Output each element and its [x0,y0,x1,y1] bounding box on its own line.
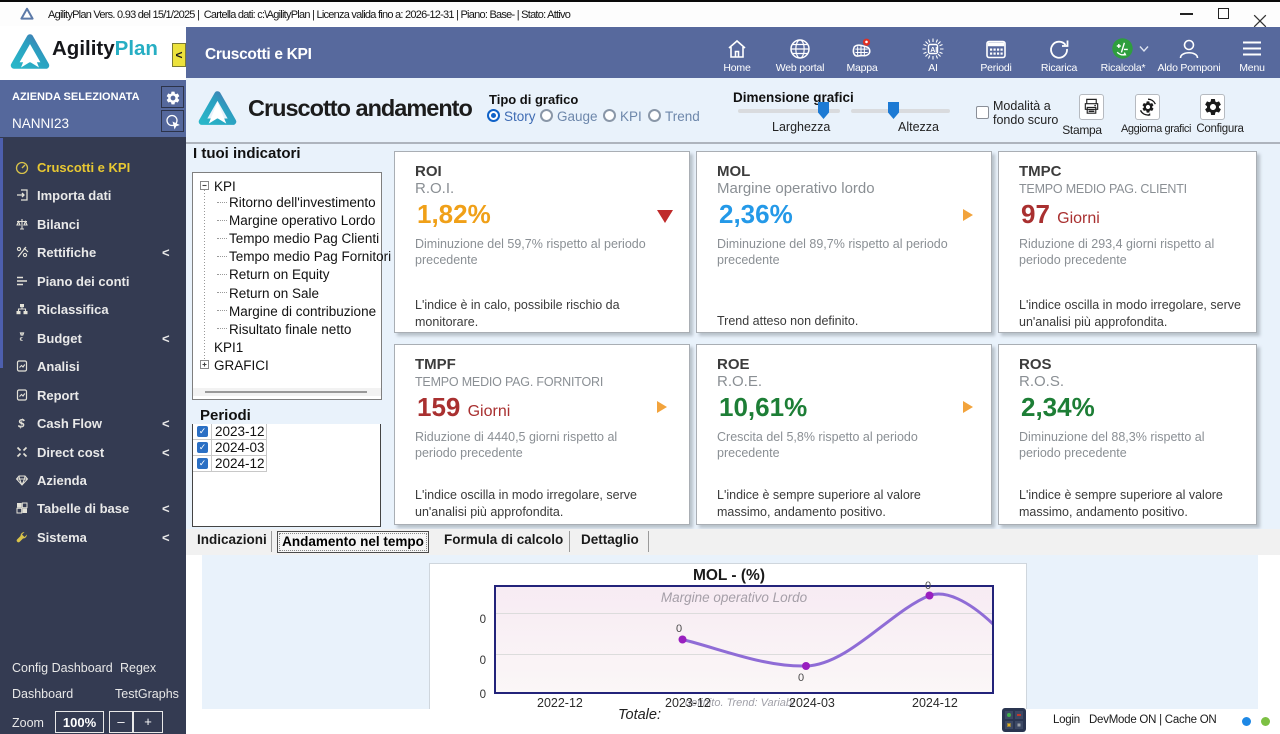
svg-text:AI: AI [930,47,937,54]
svg-text:$: $ [17,417,25,431]
svg-text:€: € [20,337,23,343]
